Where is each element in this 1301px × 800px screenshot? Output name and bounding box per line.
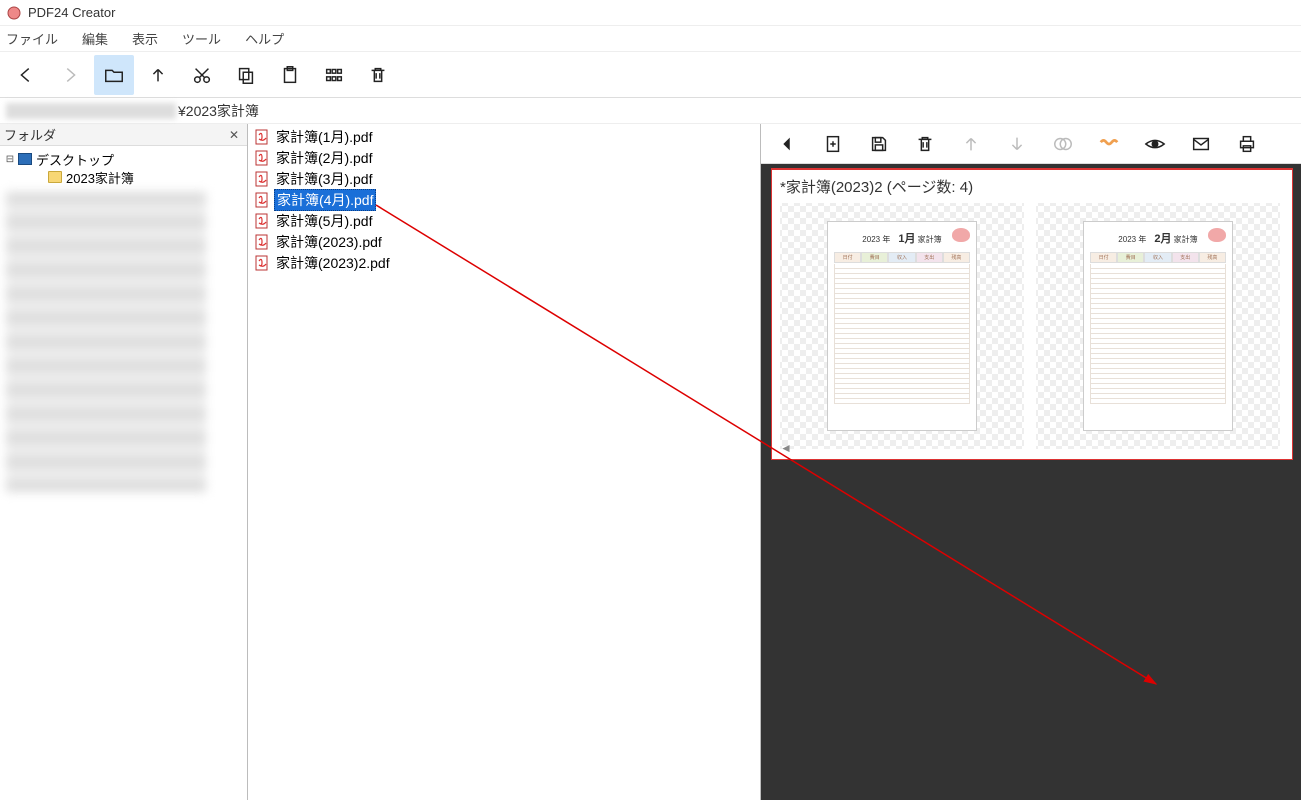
menu-help[interactable]: ヘルプ [245,29,284,48]
main-toolbar [0,52,1301,98]
thumbnail-header: 2023 年 2月 家計簿 [1090,230,1226,246]
cut-button[interactable] [182,55,222,95]
collapse-icon[interactable]: ⊟ [4,154,16,165]
breadcrumb-blurred-prefix [6,103,176,119]
menu-bar: ファイル 編集 表示 ツール ヘルプ [0,26,1301,52]
folder-pane-close-button[interactable]: ✕ [225,128,243,142]
file-name: 家計簿(2月).pdf [274,148,374,168]
new-doc-button[interactable] [813,124,853,164]
pdf-icon [254,213,270,229]
pdf-icon [254,255,270,271]
file-row[interactable]: 家計簿(4月).pdf [248,189,760,210]
forward-button[interactable] [50,55,90,95]
thumbnail-page-content: 2023 年 2月 家計簿日付費目収入支出残高 [1083,221,1233,431]
pdf-icon [254,192,270,208]
file-row[interactable]: 家計簿(2023).pdf [248,231,760,252]
menu-tools[interactable]: ツール [182,29,221,48]
file-name: 家計簿(2023)2.pdf [274,253,392,273]
folder-icon [48,171,62,183]
tree-folder-2023[interactable]: 2023家計簿 [0,168,247,186]
preview-toolbar [761,124,1301,164]
open-folder-button[interactable] [94,55,134,95]
pig-icon [952,228,970,242]
folder-tree-pane: フォルダ ✕ ⊟ デスクトップ 2023家計簿 [0,124,248,800]
folder-pane-header: フォルダ ✕ [0,124,247,146]
file-name: 家計簿(5月).pdf [274,211,374,231]
tree-blurred-items [6,192,206,492]
pdf-icon [254,234,270,250]
pdf-icon [254,129,270,145]
file-list: 家計簿(1月).pdf家計簿(2月).pdf家計簿(3月).pdf家計簿(4月)… [248,124,760,275]
folder-tree: ⊟ デスクトップ 2023家計簿 [0,146,247,496]
preview-pane: *家計簿(2023)2 (ページ数: 4) 2023 年 1月 家計簿日付費目収… [761,124,1301,800]
app-icon [6,5,22,21]
tree-desktop-label: デスクトップ [36,150,114,169]
desktop-icon [18,153,32,165]
pdf-icon [254,171,270,187]
grid-view-button[interactable] [314,55,354,95]
prev-page-button[interactable] [767,124,807,164]
email-button[interactable] [1181,124,1221,164]
breadcrumb: ¥2023家計簿 [0,98,1301,124]
menu-file[interactable]: ファイル [6,29,58,48]
filter-button[interactable] [1089,124,1129,164]
preview-thumbnail-row: 2023 年 1月 家計簿日付費目収入支出残高 2023 年 2月 家計簿日付費目… [780,203,1284,449]
pdf-icon [254,150,270,166]
file-row[interactable]: 家計簿(2023)2.pdf [248,252,760,273]
tree-folder-label: 2023家計簿 [66,168,134,187]
page-thumbnail[interactable]: 2023 年 2月 家計簿日付費目収入支出残高 [1036,203,1280,449]
file-row[interactable]: 家計簿(5月).pdf [248,210,760,231]
preview-document-card[interactable]: *家計簿(2023)2 (ページ数: 4) 2023 年 1月 家計簿日付費目収… [771,168,1293,460]
window-title: PDF24 Creator [28,5,115,20]
file-name: 家計簿(4月).pdf [274,189,376,211]
print-button[interactable] [1227,124,1267,164]
preview-document-title: *家計簿(2023)2 (ページ数: 4) [780,176,1284,197]
scroll-left-icon[interactable]: ◄ [780,441,792,455]
menu-edit[interactable]: 編集 [82,29,108,48]
tree-desktop[interactable]: ⊟ デスクトップ [0,150,247,168]
file-name: 家計簿(1月).pdf [274,127,374,147]
paste-button[interactable] [270,55,310,95]
move-down-button[interactable] [997,124,1037,164]
pig-icon [1208,228,1226,242]
move-up-button[interactable] [951,124,991,164]
file-row[interactable]: 家計簿(3月).pdf [248,168,760,189]
file-row[interactable]: 家計簿(1月).pdf [248,126,760,147]
trash-button[interactable] [905,124,945,164]
menu-view[interactable]: 表示 [132,29,158,48]
copy-button[interactable] [226,55,266,95]
merge-button[interactable] [1043,124,1083,164]
window-titlebar: PDF24 Creator [0,0,1301,26]
thumbnail-page-content: 2023 年 1月 家計簿日付費目収入支出残高 [827,221,977,431]
up-button[interactable] [138,55,178,95]
breadcrumb-current: ¥2023家計簿 [178,101,259,121]
file-row[interactable]: 家計簿(2月).pdf [248,147,760,168]
visibility-button[interactable] [1135,124,1175,164]
file-name: 家計簿(2023).pdf [274,232,384,252]
thumbnail-header: 2023 年 1月 家計簿 [834,230,970,246]
folder-pane-title: フォルダ [4,125,56,144]
file-name: 家計簿(3月).pdf [274,169,374,189]
back-button[interactable] [6,55,46,95]
page-thumbnail[interactable]: 2023 年 1月 家計簿日付費目収入支出残高 [780,203,1024,449]
file-list-pane: 家計簿(1月).pdf家計簿(2月).pdf家計簿(3月).pdf家計簿(4月)… [248,124,761,800]
delete-button[interactable] [358,55,398,95]
save-button[interactable] [859,124,899,164]
